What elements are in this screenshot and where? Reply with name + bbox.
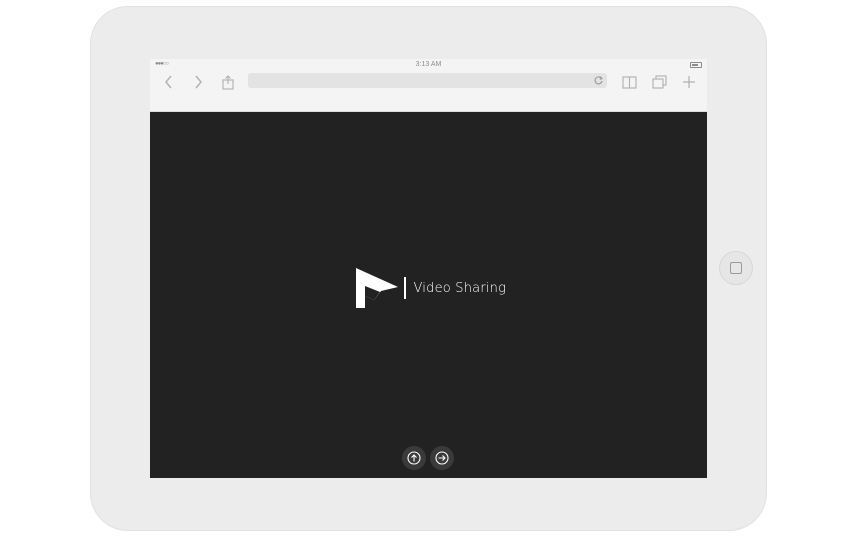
share-button[interactable] — [219, 73, 237, 91]
book-icon — [621, 75, 637, 89]
home-button[interactable] — [719, 251, 753, 285]
bookmarks-button[interactable] — [620, 73, 638, 91]
brand-name: Video Sharing — [413, 280, 507, 296]
tabs-button[interactable] — [650, 73, 668, 91]
forward-button[interactable] — [189, 73, 207, 91]
logo-divider — [404, 277, 406, 299]
reload-icon[interactable] — [593, 75, 604, 86]
brand-logo: Video Sharing — [356, 268, 506, 308]
upload-button[interactable] — [402, 446, 426, 470]
share-icon — [222, 74, 234, 90]
plus-icon — [683, 76, 695, 88]
sign-in-icon — [435, 451, 449, 465]
play-logo-icon — [356, 268, 398, 308]
home-square-icon — [730, 262, 742, 274]
browser-screen: ●●●○○ 3:13 AM Video Sharing — [150, 59, 707, 478]
address-bar[interactable] — [248, 73, 607, 88]
sign-in-button[interactable] — [430, 446, 454, 470]
battery-icon — [690, 62, 702, 68]
browser-chrome: ●●●○○ 3:13 AM — [150, 59, 707, 112]
status-bar: ●●●○○ 3:13 AM — [150, 59, 707, 72]
upload-icon — [407, 451, 421, 465]
chevron-left-icon — [165, 75, 172, 89]
status-time: 3:13 AM — [415, 61, 442, 68]
tabs-icon — [651, 75, 667, 89]
new-tab-button[interactable] — [680, 73, 698, 91]
back-button[interactable] — [160, 73, 178, 91]
chevron-right-icon — [195, 75, 202, 89]
